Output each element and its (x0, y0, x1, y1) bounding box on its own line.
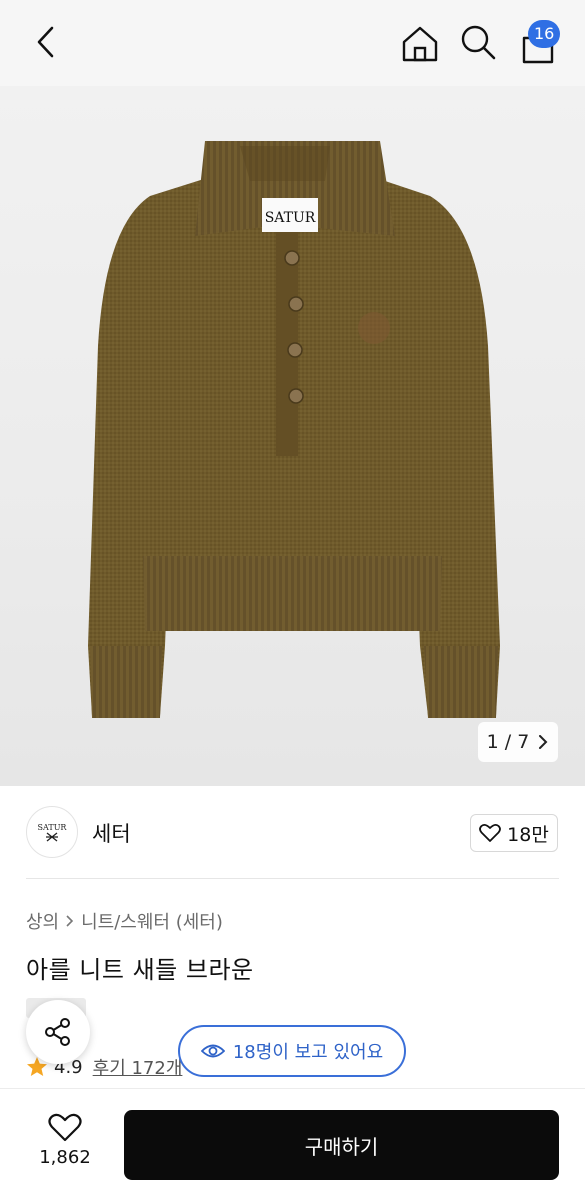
heart-icon (479, 823, 502, 842)
product-image-gallery[interactable]: SATUR 1 / 7 (0, 86, 585, 786)
wishlist-button[interactable]: 1,862 (26, 1113, 104, 1177)
heart-icon (48, 1113, 82, 1142)
reviews-link[interactable]: 후기 172개 (93, 1054, 183, 1080)
chevron-right-icon (539, 735, 548, 749)
brand-emblem-icon (46, 831, 58, 842)
brand-name[interactable]: 세터 (92, 818, 131, 848)
breadcrumb-item[interactable]: 상의 (26, 908, 59, 934)
sweater-label-text: SATUR (265, 210, 316, 226)
gallery-pager-text: 1 / 7 (486, 731, 530, 753)
back-button[interactable] (26, 22, 66, 62)
share-icon (45, 1018, 70, 1046)
brand-row: SATUR 세터 18만 (0, 786, 585, 878)
breadcrumb-item[interactable]: 니트/스웨터 (세터) (81, 908, 223, 934)
breadcrumb: 상의 니트/스웨터 (세터) (26, 908, 223, 934)
viewers-indicator: 18명이 보고 있어요 (178, 1025, 406, 1077)
cart-count-badge: 16 (528, 20, 561, 48)
product-title: 아를 니트 새들 브라운 (26, 956, 254, 984)
viewers-text: 18명이 보고 있어요 (232, 1042, 384, 1063)
home-button[interactable] (398, 22, 442, 66)
brand-like-button[interactable]: 18만 (470, 814, 558, 852)
home-icon (402, 26, 438, 62)
brand-logo[interactable]: SATUR (26, 806, 78, 858)
bottom-action-bar: 1,862 구매하기 (0, 1088, 585, 1200)
search-icon (461, 25, 496, 60)
top-nav-bar: 16 (0, 0, 585, 86)
wishlist-count: 1,862 (39, 1147, 91, 1168)
search-button[interactable] (458, 22, 498, 62)
product-image: SATUR (88, 141, 500, 718)
back-icon (37, 26, 54, 58)
divider (26, 878, 559, 879)
brand-like-count: 18만 (507, 823, 549, 846)
brand-logo-text: SATUR (37, 822, 67, 832)
share-button[interactable] (26, 1000, 90, 1064)
gallery-pager[interactable]: 1 / 7 (478, 722, 558, 762)
buy-button[interactable]: 구매하기 (124, 1110, 559, 1180)
chevron-right-icon (66, 915, 74, 927)
eye-icon (200, 1044, 225, 1058)
